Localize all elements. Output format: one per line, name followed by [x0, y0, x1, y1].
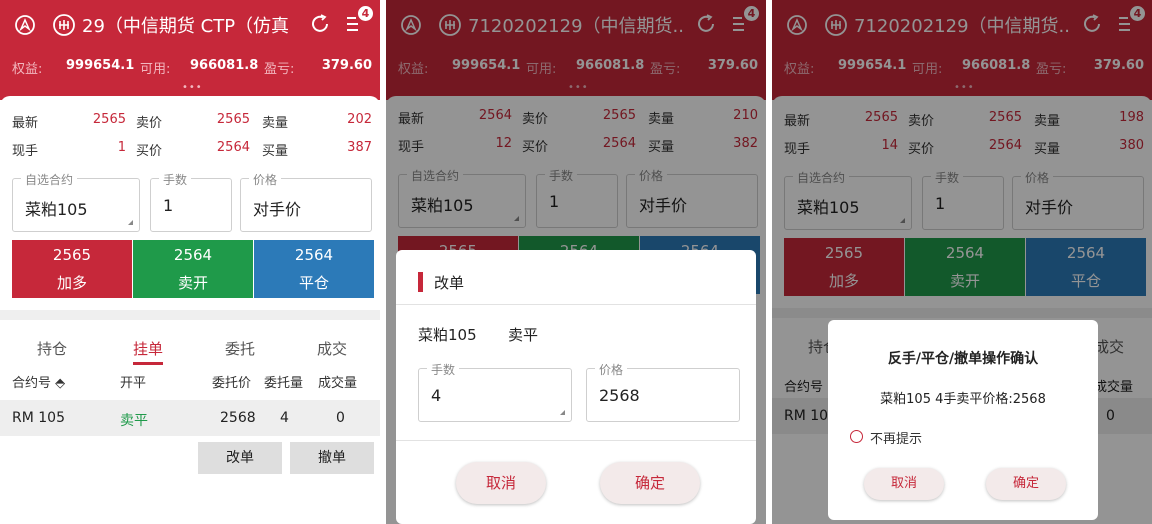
modify-order-dialog: 改单 菜粕105 卖平 手数 4 价格 2568 取消 确定 — [396, 250, 756, 524]
sell-open-button[interactable]: 2564 卖开 — [133, 240, 253, 298]
dropdown-corner-icon — [128, 220, 133, 225]
price-value: 2568 — [599, 386, 640, 405]
ask-price: 2565 — [216, 112, 250, 127]
trade-sheet: 最新 2565 卖价 2565 卖量 202 现手 1 买价 2564 买量 3… — [0, 96, 380, 524]
more-dots[interactable]: ••• — [182, 82, 203, 93]
stepper-corner-icon — [560, 410, 565, 415]
confirm-ok-button[interactable]: 确定 — [986, 468, 1066, 500]
refresh-icon[interactable] — [308, 12, 332, 36]
tab-pending[interactable]: 挂单 — [108, 338, 188, 359]
buy-open-button[interactable]: 2565 加多 — [12, 240, 132, 298]
tab-trades[interactable]: 成交 — [292, 338, 372, 359]
ask-vol-label: 卖量 — [262, 116, 289, 131]
order-tabs: 持仓 挂单 委托 成交 — [0, 324, 380, 368]
dialog-title: 改单 — [434, 274, 465, 292]
menu-badge: 4 — [358, 6, 373, 21]
dialog-contract: 菜粕105 — [418, 326, 477, 344]
sell-open-price: 2564 — [173, 246, 213, 264]
header-bar: 29（中信期货 CTP（仿真 4 权益: 999654.1 可用: 966081… — [0, 0, 380, 100]
available-label: 可用: — [140, 62, 171, 77]
location-arrow-icon[interactable] — [14, 14, 36, 36]
price-legend: 价格 — [595, 361, 628, 378]
lots-input[interactable]: 手数 1 — [150, 171, 232, 232]
confirm-dialog: 反手/平仓/撤单操作确认 菜粕105 4手卖平价格:2568 不再提示 取消 确… — [828, 320, 1098, 520]
account-title: 29（中信期货 CTP（仿真 — [82, 16, 290, 37]
contract-value: 菜粕105 — [25, 200, 88, 219]
price-legend: 价格 — [249, 171, 282, 188]
ask-volume: 202 — [347, 112, 372, 127]
col-qty: 委托量 — [264, 376, 304, 391]
col-contract[interactable]: 合约号 ⬘ — [12, 372, 65, 391]
row-side: 卖平 — [120, 413, 148, 429]
contract-select[interactable]: 自选合约 菜粕105 — [12, 171, 140, 232]
screen-positions: 29（中信期货 CTP（仿真 4 权益: 999654.1 可用: 966081… — [0, 0, 380, 524]
confirm-cancel-button[interactable]: 取消 — [864, 468, 944, 500]
active-tab-indicator — [133, 362, 163, 365]
no-prompt-label[interactable]: 不再提示 — [870, 428, 922, 447]
pnl-value: 379.60 — [321, 58, 372, 73]
last-label: 最新 — [12, 116, 39, 131]
row-price: 2568 — [220, 410, 256, 426]
bid-volume: 387 — [347, 140, 372, 155]
equity-label: 权益: — [12, 62, 43, 77]
dialog-side: 卖平 — [508, 326, 539, 344]
no-prompt-radio[interactable] — [850, 430, 863, 443]
dialog-cancel-button[interactable]: 取消 — [456, 462, 546, 504]
buy-open-label: 加多 — [56, 274, 87, 292]
divider — [396, 440, 756, 441]
row-contract: RM 105 — [12, 410, 65, 426]
bid-vol-label: 买量 — [262, 144, 289, 159]
lots-legend: 手数 — [427, 361, 460, 378]
lots-legend: 手数 — [159, 171, 192, 188]
sell-open-label: 卖开 — [177, 274, 208, 292]
dialog-accent-bar — [418, 272, 423, 292]
buy-open-price: 2565 — [52, 246, 92, 264]
contract-legend: 自选合约 — [21, 171, 78, 188]
table-row[interactable]: RM 105 卖平 2568 4 0 — [0, 400, 380, 436]
available-value: 966081.8 — [190, 58, 259, 73]
tab-orders[interactable]: 委托 — [200, 338, 280, 359]
cur-label: 现手 — [12, 144, 39, 159]
close-position-button[interactable]: 2564 平仓 — [254, 240, 374, 298]
ask-label: 卖价 — [136, 116, 163, 131]
bid-label: 买价 — [136, 144, 163, 159]
table-header: 合约号 ⬘ 开平 委托价 委托量 成交量 — [0, 372, 380, 400]
cancel-order-button[interactable]: 撤单 — [290, 442, 374, 474]
close-label: 平仓 — [298, 274, 329, 292]
cur-volume: 1 — [117, 140, 126, 155]
col-side: 开平 — [120, 376, 147, 391]
dialog-lots-input[interactable]: 手数 4 — [418, 361, 572, 422]
section-divider — [0, 310, 380, 320]
col-price: 委托价 — [212, 376, 252, 391]
lots-value: 1 — [163, 196, 174, 215]
tab-positions[interactable]: 持仓 — [12, 338, 92, 359]
last-price: 2565 — [92, 112, 126, 127]
divider — [396, 304, 756, 305]
row-filled: 0 — [336, 410, 345, 426]
confirm-message: 菜粕105 4手卖平价格:2568 — [880, 392, 1046, 407]
modify-order-button[interactable]: 改单 — [198, 442, 282, 474]
dialog-price-input[interactable]: 价格 2568 — [586, 361, 740, 422]
account-summary: 权益: 999654.1 可用: 966081.8 盈亏: 379.60 — [0, 54, 380, 78]
equity-value: 999654.1 — [66, 58, 135, 73]
row-qty: 4 — [280, 410, 289, 426]
col-filled: 成交量 — [318, 376, 358, 391]
screen-modify-dialog: 7120202129（中信期货.. 4 权益: 999654.1 可用: 966… — [386, 0, 766, 524]
confirm-title: 反手/平仓/撤单操作确认 — [887, 351, 1039, 367]
price-value: 对手价 — [253, 200, 302, 219]
dialog-confirm-button[interactable]: 确定 — [600, 462, 700, 504]
futures-logo-icon — [52, 13, 76, 37]
bid-price: 2564 — [216, 140, 250, 155]
price-input[interactable]: 价格 对手价 — [240, 171, 372, 232]
screen-confirm-dialog: 7120202129（中信期货.. 4 权益: 999654.1 可用: 966… — [772, 0, 1152, 524]
close-price: 2564 — [294, 246, 334, 264]
pnl-label: 盈亏: — [264, 62, 295, 77]
lots-value: 4 — [431, 386, 442, 405]
